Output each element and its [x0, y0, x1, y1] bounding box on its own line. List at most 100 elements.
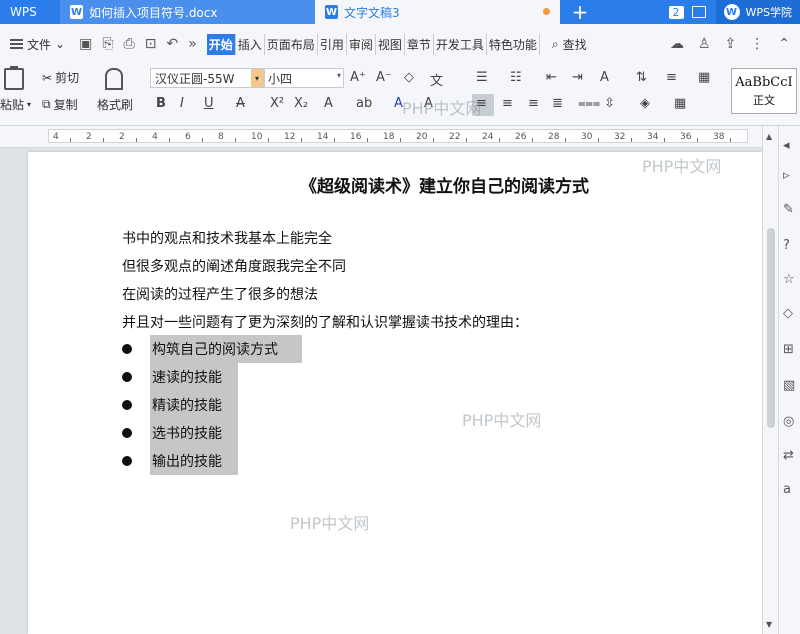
translate-icon[interactable]: ⇄ — [783, 448, 794, 463]
tab-section[interactable]: 章节 — [405, 33, 434, 55]
image-icon[interactable]: ▧ — [783, 378, 795, 393]
document-page[interactable]: 《超级阅读术》建立你自己的阅读方式 书中的观点和技术我基本上能完全 但很多观点的… — [28, 152, 762, 634]
collapse-ribbon-icon[interactable]: ⌃ — [778, 36, 790, 52]
align-right-icon[interactable]: ≡ — [528, 96, 539, 111]
wps-academy-button[interactable]: W WPS学院 — [715, 0, 800, 24]
scroll-down-icon[interactable]: ▼ — [766, 620, 772, 629]
align-left-icon[interactable]: ≡ — [476, 96, 487, 111]
title-tab-bar: WPS W 如何插入项目符号.docx W 文字文稿3 + 2 W WPS学院 — [0, 0, 800, 24]
shading-icon[interactable]: ◈ — [640, 96, 650, 111]
highlight-icon[interactable]: ab — [356, 96, 372, 111]
numbered-list-icon[interactable]: ☷ — [510, 70, 522, 85]
phonetic-guide-icon[interactable]: 文 — [430, 70, 443, 89]
font-family-select[interactable]: 汉仪正圆-55W ▾ — [150, 68, 264, 88]
paste-button[interactable] — [4, 66, 24, 90]
tab-document-2[interactable]: W 文字文稿3 — [315, 0, 560, 24]
bullet-item: 选书的技能 — [150, 419, 238, 447]
char-border-icon[interactable]: A — [424, 96, 433, 111]
select-icon[interactable]: ▹ — [783, 168, 790, 183]
user-icon[interactable]: ♙ — [698, 36, 711, 52]
strikethrough-icon[interactable]: A — [236, 96, 245, 111]
print-preview-icon[interactable]: ⊡ — [145, 36, 157, 52]
subscript-icon[interactable]: X₂ — [294, 96, 308, 111]
format-painter-label-button[interactable]: 格式刷 — [97, 96, 133, 113]
bullet-dot-icon — [122, 344, 132, 354]
vertical-scrollbar[interactable]: ▲ ▼ — [762, 126, 778, 634]
borders-icon[interactable]: ▦ — [674, 96, 686, 111]
tab-references[interactable]: 引用 — [318, 33, 347, 55]
style-normal-button[interactable]: AaBbCcI 正文 — [731, 68, 797, 114]
ruler-tick-label: 10 — [251, 132, 263, 142]
tab-review[interactable]: 审阅 — [347, 33, 376, 55]
tab-document-1[interactable]: W 如何插入项目符号.docx — [60, 0, 315, 24]
ruler-minor-mark — [498, 138, 500, 142]
help-icon[interactable]: ? — [783, 238, 790, 253]
superscript-icon[interactable]: X² — [270, 96, 284, 111]
file-menu-label: 文件 — [27, 37, 52, 52]
font-size-select[interactable]: 小四 ▾ — [264, 68, 344, 88]
ruler-tick-label: 8 — [218, 132, 224, 142]
undo-icon[interactable]: ↶ — [166, 36, 178, 52]
italic-icon[interactable]: I — [180, 96, 184, 111]
grow-font-icon[interactable]: A⁺ — [350, 70, 366, 85]
search-button[interactable]: ⌕ 查找 — [552, 36, 587, 53]
more-icon[interactable]: ⋮ — [750, 36, 764, 52]
decrease-indent-icon[interactable]: ⇤ — [546, 70, 557, 85]
shrink-font-icon[interactable]: A⁻ — [376, 70, 392, 85]
paste-label: 粘贴 — [0, 98, 25, 112]
style-pane-icon[interactable]: ✎ — [783, 202, 794, 217]
tab-special-features[interactable]: 特色功能 — [487, 33, 540, 55]
export-icon[interactable]: ⎘ — [102, 36, 113, 52]
ruler-tick-label: 24 — [482, 132, 494, 142]
account-toolbar: ☁ ♙ ⇪ ⋮ ⌃ — [670, 36, 800, 52]
file-menu-button[interactable]: 文件 ⌄ — [4, 36, 71, 53]
collapse-pane-icon[interactable]: ◂ — [783, 138, 790, 153]
paste-label-button[interactable]: 粘贴 ▾ — [0, 96, 31, 113]
show-marks-icon[interactable]: ▦ — [698, 70, 710, 85]
cut-button[interactable]: ✂ 剪切 — [42, 69, 79, 86]
underline-icon[interactable]: U — [204, 96, 214, 111]
text-effect-icon[interactable]: A — [324, 96, 333, 111]
copy-button[interactable]: ⧉ 复制 — [42, 96, 78, 113]
cloud-icon[interactable]: ☁ — [670, 36, 684, 52]
hamburger-icon — [10, 39, 23, 49]
scroll-up-icon[interactable]: ▲ — [766, 132, 772, 141]
bullet-list-icon[interactable]: ☰ — [476, 70, 488, 85]
grid-icon[interactable]: ⊞ — [783, 342, 794, 357]
chinese-layout-icon[interactable]: A — [600, 70, 609, 85]
format-painter-button[interactable] — [105, 68, 123, 90]
tab-view[interactable]: 视图 — [376, 33, 405, 55]
window-count[interactable]: 2 — [668, 0, 716, 24]
font-pane-icon[interactable]: a — [783, 482, 791, 497]
bold-icon[interactable]: B — [156, 96, 166, 111]
tab-label: 文字文稿3 — [344, 5, 400, 20]
distributed-icon[interactable]: ⩶ — [578, 96, 600, 111]
sort-icon[interactable]: ⇅ — [636, 70, 647, 85]
line-spacing-icon[interactable]: ≡ — [666, 70, 677, 85]
shape-icon[interactable]: ◇ — [783, 306, 793, 321]
tab-home[interactable]: 开始 — [206, 33, 236, 55]
justify-icon[interactable]: ≣ — [552, 96, 563, 111]
ruler-tick-label: 28 — [548, 132, 560, 142]
new-tab-button[interactable]: + — [560, 0, 600, 24]
share-icon[interactable]: ⇪ — [725, 36, 737, 52]
tab-page-layout[interactable]: 页面布局 — [265, 33, 318, 55]
redo-icon[interactable]: » — [188, 36, 197, 52]
horizontal-ruler[interactable]: 4 2 2 4 6 8 10 12 14 16 18 20 22 24 26 28 30 32 34 36 38 — [0, 126, 780, 148]
paragraph-spacing-icon[interactable]: ⇳ — [604, 96, 615, 111]
wps-home-tab[interactable]: WPS — [0, 0, 60, 24]
print-icon[interactable]: ⎙ — [124, 36, 135, 52]
format-painter-label: 格式刷 — [97, 98, 134, 112]
font-color-icon[interactable]: A — [394, 96, 403, 111]
tab-insert[interactable]: 插入 — [236, 33, 265, 55]
scroll-thumb[interactable] — [767, 228, 775, 428]
tab-developer[interactable]: 开发工具 — [434, 33, 487, 55]
tab-label: 如何插入项目符号.docx — [89, 5, 218, 20]
comment-icon[interactable]: ◎ — [783, 414, 794, 429]
increase-indent-icon[interactable]: ⇥ — [572, 70, 583, 85]
animation-icon[interactable]: ☆ — [783, 272, 795, 287]
clear-format-icon[interactable]: ◇ — [404, 70, 414, 85]
align-center-icon[interactable]: ≡ — [502, 96, 513, 111]
left-gutter — [0, 148, 28, 634]
save-icon[interactable]: ▣ — [79, 36, 92, 52]
